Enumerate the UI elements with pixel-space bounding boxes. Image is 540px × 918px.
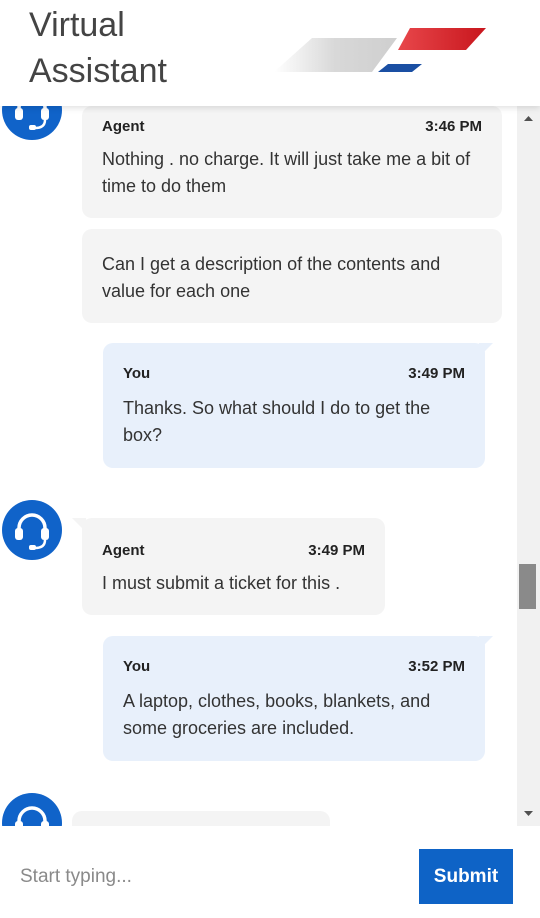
headset-icon: [15, 106, 49, 130]
message-input[interactable]: [4, 848, 404, 906]
message-agent: Can I get a description of the contents …: [82, 229, 502, 323]
message-text: Thanks. So what should I do to get the b…: [123, 398, 431, 445]
message-agent: Agent 3:49 PM I must submit a ticket for…: [72, 518, 385, 615]
message-user: You 3:52 PM A laptop, clothes, books, bl…: [103, 636, 493, 761]
scrollbar-thumb[interactable]: [519, 564, 536, 609]
composer: Submit: [0, 826, 540, 918]
message-text: A laptop, clothes, books, blankets, and …: [123, 691, 431, 738]
message-sender: You: [123, 365, 151, 382]
header: Virtual Assistant: [0, 0, 540, 106]
chat-scrollbar[interactable]: [517, 106, 540, 826]
title-line-2: Assistant: [29, 52, 167, 90]
headset-icon: [15, 806, 49, 826]
title-line-1: Virtual: [29, 6, 125, 44]
message-text: Can I get a description of the contents …: [102, 254, 441, 301]
message-sender: Agent: [102, 118, 145, 135]
chat-messages[interactable]: Agent 3:46 PM Nothing . no charge. It wi…: [0, 106, 517, 826]
agent-avatar: [2, 793, 62, 826]
message-text: Nothing . no charge. It will just take m…: [102, 149, 471, 196]
scroll-up-arrow-icon[interactable]: [517, 112, 540, 124]
message-time: 3:49 PM: [308, 542, 365, 559]
page-title: Virtual Assistant: [29, 2, 167, 94]
message-agent-partial: [72, 811, 330, 826]
submit-button[interactable]: Submit: [419, 849, 513, 904]
message-agent: Agent 3:46 PM Nothing . no charge. It wi…: [82, 106, 502, 218]
agent-avatar: [2, 500, 62, 560]
airline-logo-icon: [274, 28, 486, 72]
scroll-down-arrow-icon[interactable]: [517, 808, 540, 820]
message-sender: Agent: [102, 542, 145, 559]
message-user: You 3:49 PM Thanks. So what should I do …: [103, 343, 493, 468]
message-time: 3:49 PM: [408, 365, 465, 382]
message-text: I must submit a ticket for this .: [102, 573, 341, 593]
message-time: 3:52 PM: [408, 658, 465, 675]
headset-icon: [15, 513, 49, 550]
agent-avatar: [2, 106, 62, 140]
message-sender: You: [123, 658, 151, 675]
message-time: 3:46 PM: [425, 118, 482, 135]
